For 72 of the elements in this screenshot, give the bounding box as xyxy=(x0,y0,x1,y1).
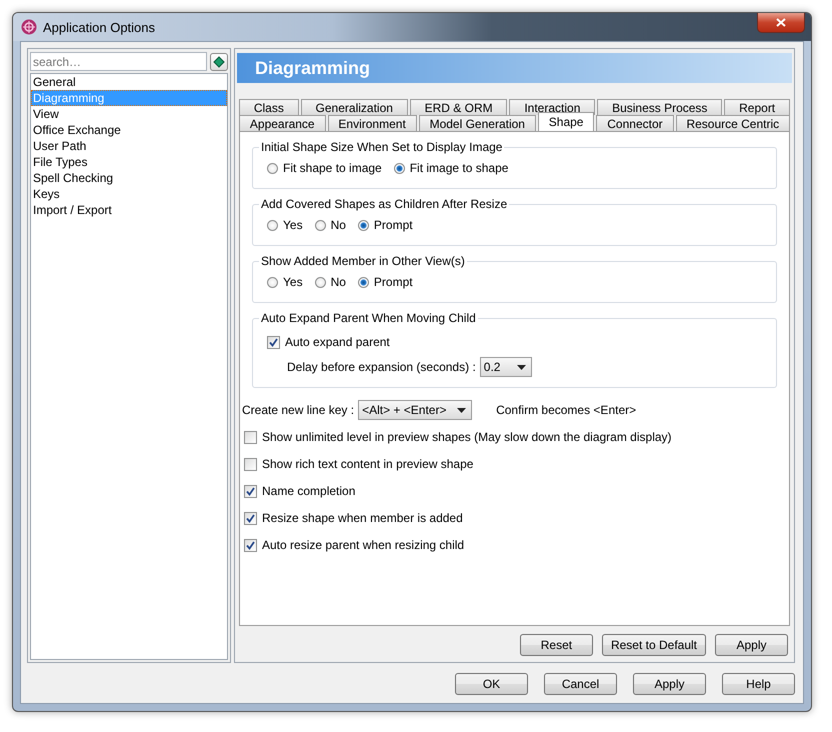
radio-button[interactable] xyxy=(267,220,278,230)
dialog-button[interactable]: Apply xyxy=(633,673,706,695)
new-line-key-dropdown[interactable]: <Alt> + <Enter> xyxy=(358,400,472,420)
category-item[interactable]: View xyxy=(31,106,227,122)
radio-button[interactable] xyxy=(267,276,278,288)
confirm-note: Confirm becomes <Enter> xyxy=(496,403,636,417)
checkbox[interactable] xyxy=(244,484,257,498)
radio-label[interactable]: Yes xyxy=(283,218,303,232)
search-field[interactable]: search… xyxy=(30,52,207,71)
radio-button[interactable] xyxy=(394,162,405,174)
radio-button[interactable] xyxy=(314,276,326,288)
radio-label[interactable]: Prompt xyxy=(374,218,413,232)
new-line-key-label: Create new line key : xyxy=(242,403,354,417)
radio-button[interactable] xyxy=(358,220,369,230)
radio-button[interactable] xyxy=(358,276,369,288)
tab[interactable]: Class xyxy=(239,99,299,115)
tab[interactable]: Resource Centric xyxy=(676,115,790,131)
tab[interactable]: Report xyxy=(724,99,790,115)
tab[interactable]: Shape xyxy=(538,112,594,131)
category-item[interactable]: Keys xyxy=(31,186,227,202)
checkbox-label[interactable]: Show unlimited level in preview shapes (May slow down the diagram display) xyxy=(262,430,672,444)
delay-dropdown[interactable]: 0.2 xyxy=(480,357,532,377)
checkbox-label[interactable]: Resize shape when member is added xyxy=(262,511,463,525)
tab[interactable]: Business Process xyxy=(597,99,722,115)
app-icon xyxy=(21,19,37,35)
radio-button[interactable] xyxy=(314,220,326,230)
checkbox-label[interactable]: Auto expand parent xyxy=(285,335,390,349)
radio-button[interactable] xyxy=(267,162,278,174)
dialog-button[interactable]: OK xyxy=(455,673,528,695)
dialog-button[interactable]: Help xyxy=(722,673,795,695)
category-item[interactable]: Import / Export xyxy=(31,202,227,218)
radio-label[interactable]: No xyxy=(330,275,346,289)
category-item[interactable]: Spell Checking xyxy=(31,170,227,186)
checkbox[interactable] xyxy=(267,336,280,348)
tab[interactable]: Connector xyxy=(596,115,674,131)
close-button[interactable] xyxy=(757,13,805,33)
checkbox[interactable] xyxy=(244,512,257,524)
checkbox[interactable] xyxy=(244,430,257,444)
group-title: Add Covered Shapes as Children After Resize xyxy=(260,197,508,211)
radio-label[interactable]: Fit shape to image xyxy=(283,161,382,175)
tab[interactable]: Generalization xyxy=(300,99,408,115)
checkbox[interactable] xyxy=(244,458,257,470)
radio-label[interactable]: Prompt xyxy=(374,275,413,289)
tab[interactable]: ERD & ORM xyxy=(410,99,508,115)
radio-label[interactable]: Yes xyxy=(283,275,303,289)
tab[interactable]: Appearance xyxy=(239,115,326,131)
close-icon xyxy=(776,18,786,27)
tab[interactable]: Model Generation xyxy=(418,115,536,131)
category-item[interactable]: File Types xyxy=(31,154,227,170)
category-item[interactable]: Office Exchange xyxy=(31,122,227,138)
checkbox[interactable] xyxy=(244,538,257,552)
radio-label[interactable]: Fit image to shape xyxy=(410,161,508,175)
category-item[interactable]: User Path xyxy=(31,138,227,154)
delay-label: Delay before expansion (seconds) : xyxy=(287,360,476,374)
panel-title: Diagramming xyxy=(237,53,792,83)
dialog-button[interactable]: Cancel xyxy=(544,673,617,695)
radio-label[interactable]: No xyxy=(330,218,346,232)
panel-button[interactable]: Reset to Default xyxy=(602,634,706,656)
clear-search-button[interactable] xyxy=(210,52,228,70)
caret-icon xyxy=(457,408,466,412)
checkbox-label[interactable]: Name completion xyxy=(262,484,356,498)
group-title: Initial Shape Size When Set to Display Image xyxy=(260,140,504,154)
tab[interactable]: Environment xyxy=(328,115,417,131)
caret-icon xyxy=(516,364,526,370)
group-title: Auto Expand Parent When Moving Child xyxy=(260,311,477,325)
checkbox-label[interactable]: Show rich text content in preview shape xyxy=(262,457,474,471)
checkbox-label[interactable]: Auto resize parent when resizing child xyxy=(262,538,464,552)
category-item[interactable]: General xyxy=(31,74,227,90)
group-title: Show Added Member in Other View(s) xyxy=(260,254,466,268)
panel-button[interactable]: Apply xyxy=(715,634,788,656)
window-title: Application Options xyxy=(43,20,156,34)
panel-button[interactable]: Reset xyxy=(520,634,593,656)
